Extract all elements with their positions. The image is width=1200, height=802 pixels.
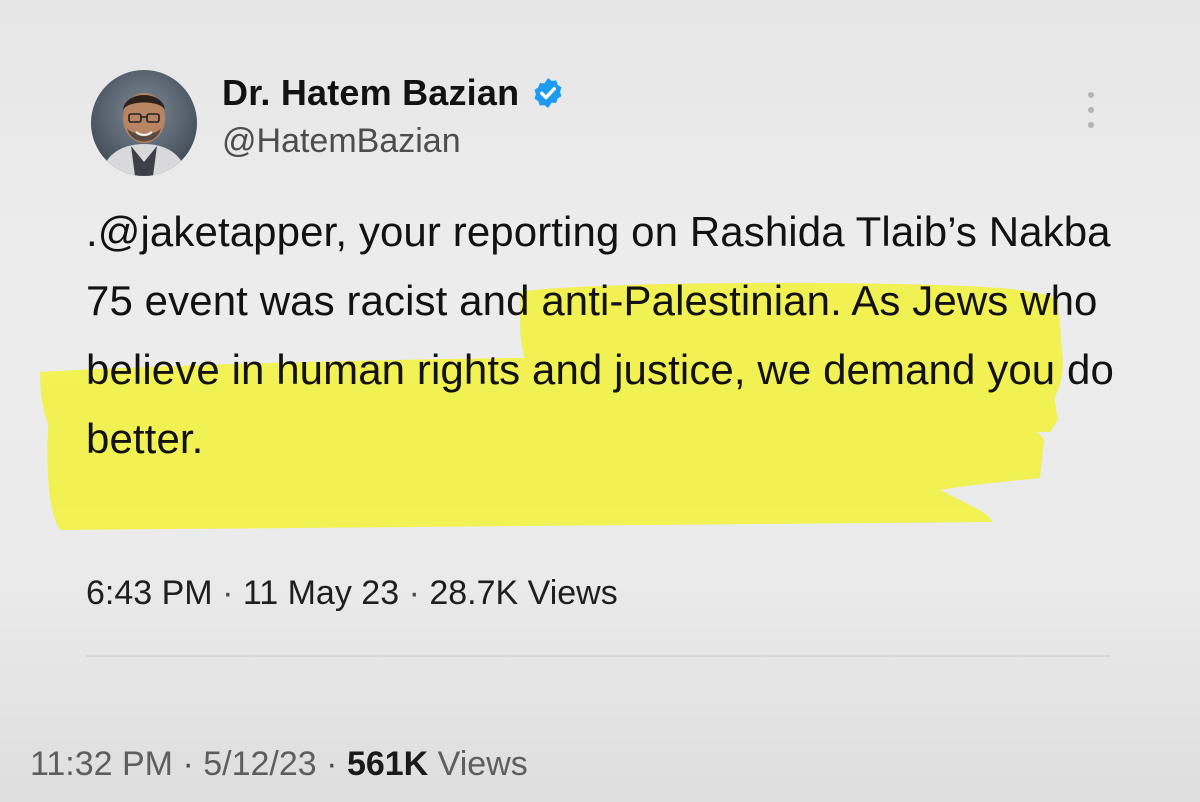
author-handle[interactable]: @HatemBazian (222, 122, 461, 161)
meta-separator: · (408, 574, 420, 612)
repost-meta: 11:32 PM · 5/12/23 · 561K Views (30, 745, 528, 784)
repost-time[interactable]: 11:32 PM (30, 745, 173, 783)
meta-separator: · (222, 574, 234, 612)
divider (86, 655, 1110, 657)
footer-separator: · (326, 745, 338, 783)
footer-separator: · (182, 745, 194, 783)
repost-date[interactable]: 5/12/23 (203, 745, 316, 783)
tweet-date[interactable]: 11 May 23 (243, 574, 399, 612)
author-name-row: Dr. Hatem Bazian (222, 68, 565, 118)
repost-views-label: Views (437, 745, 528, 783)
tweet-card: Dr. Hatem Bazian @HatemBazian .@jaketapp… (0, 0, 1200, 802)
tweet-views-label: Views (527, 574, 618, 612)
avatar[interactable] (91, 70, 197, 176)
display-name[interactable]: Dr. Hatem Bazian (222, 72, 519, 114)
more-options-icon[interactable] (1080, 88, 1102, 132)
repost-views-count[interactable]: 561K (347, 745, 428, 783)
verified-badge-icon (531, 76, 565, 110)
tweet-time[interactable]: 6:43 PM (86, 574, 213, 612)
tweet-views-count[interactable]: 28.7K (429, 574, 518, 612)
tweet-meta: 6:43 PM · 11 May 23 · 28.7K Views (86, 574, 618, 613)
tweet-text: .@jaketapper, your reporting on Rashida … (86, 208, 1114, 462)
